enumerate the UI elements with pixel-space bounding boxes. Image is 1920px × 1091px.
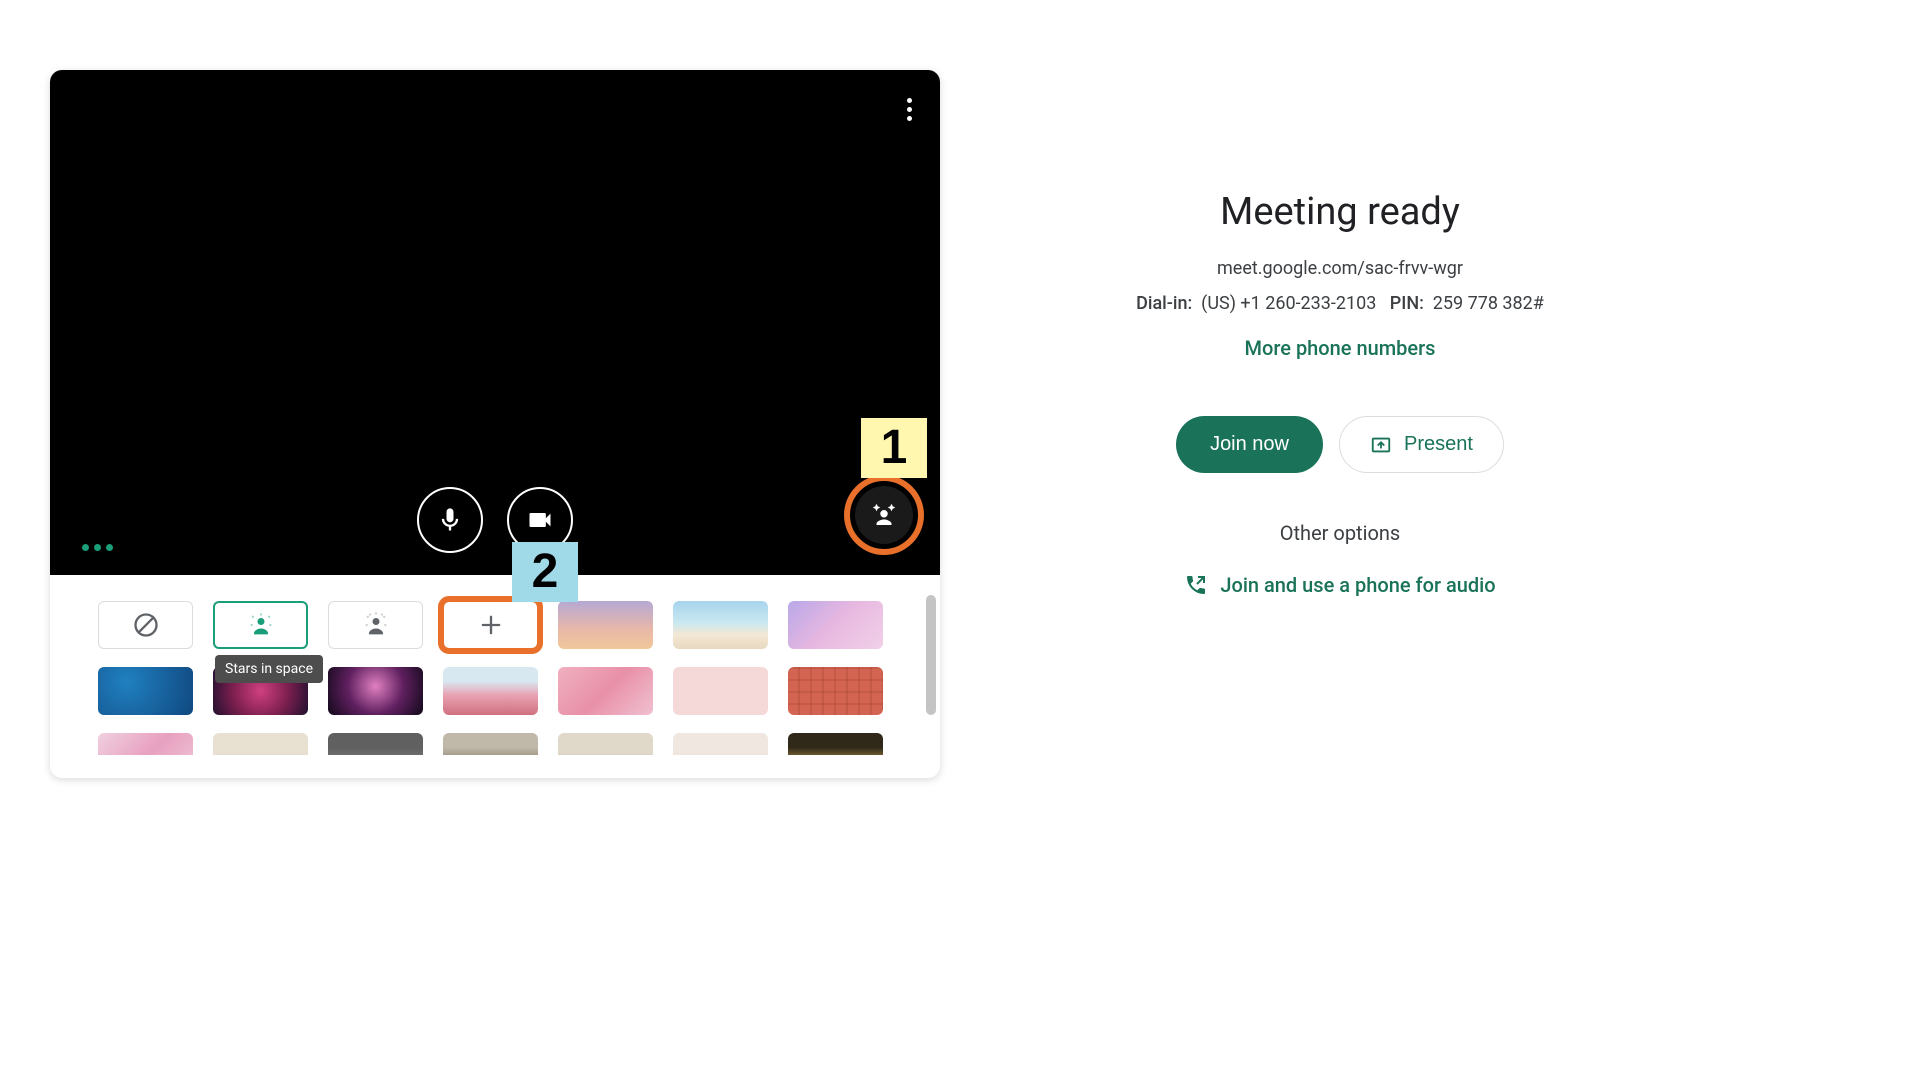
- bg-option-flowers[interactable]: [443, 667, 538, 715]
- bg-option-room2[interactable]: [328, 733, 423, 755]
- bg-option-room4[interactable]: [558, 733, 653, 755]
- visual-effects-button[interactable]: [855, 486, 913, 544]
- background-picker: Stars in space: [50, 575, 940, 778]
- camera-icon: [526, 506, 554, 534]
- phone-audio-link[interactable]: Join and use a phone for audio: [1080, 573, 1600, 597]
- bg-option-fireworks[interactable]: [328, 667, 423, 715]
- scrollbar[interactable]: [926, 595, 936, 715]
- dial-in-number: (US) +1 260-233-2103: [1201, 293, 1376, 314]
- bg-option-beach[interactable]: [673, 601, 768, 649]
- video-preview-panel: 1 2 Stars in space: [50, 70, 940, 778]
- microphone-button[interactable]: [417, 487, 483, 553]
- bg-option-none[interactable]: [98, 601, 193, 649]
- pin-value: 259 778 382#: [1433, 293, 1544, 314]
- bg-option-pinkstars[interactable]: [673, 667, 768, 715]
- tooltip: Stars in space: [215, 655, 323, 683]
- join-now-button[interactable]: Join now: [1176, 416, 1323, 473]
- bg-option-pattern[interactable]: [788, 667, 883, 715]
- bg-option-confetti[interactable]: [98, 733, 193, 755]
- present-button[interactable]: Present: [1339, 416, 1504, 473]
- annotation-callout-1: 1: [861, 418, 927, 478]
- bg-option-room5[interactable]: [673, 733, 768, 755]
- bg-option-room1[interactable]: [213, 733, 308, 755]
- other-options-heading: Other options: [1080, 521, 1600, 545]
- meeting-info-panel: Meeting ready meet.google.com/sac-frvv-w…: [1080, 190, 1600, 1091]
- bg-option-water[interactable]: [98, 667, 193, 715]
- phone-arrow-icon: [1184, 573, 1208, 597]
- bg-option-add-custom[interactable]: [443, 601, 538, 649]
- present-label: Present: [1404, 433, 1473, 456]
- sparkle-person-icon: [869, 500, 899, 530]
- dial-in-label: Dial-in:: [1136, 293, 1192, 314]
- bg-option-blur-slight[interactable]: Stars in space: [213, 601, 308, 649]
- effects-highlight-ring: [844, 475, 924, 555]
- bg-option-sunset[interactable]: [558, 601, 653, 649]
- meeting-url: meet.google.com/sac-frvv-wgr: [1080, 258, 1600, 279]
- annotation-callout-2: 2: [512, 542, 578, 602]
- bg-option-pinkblur[interactable]: [558, 667, 653, 715]
- audio-indicator-icon: [82, 544, 113, 551]
- video-preview: 1 2: [50, 70, 940, 575]
- microphone-icon: [436, 506, 464, 534]
- phone-audio-label: Join and use a phone for audio: [1220, 573, 1495, 597]
- bg-option-clouds[interactable]: [788, 601, 883, 649]
- more-options-icon[interactable]: [907, 98, 912, 121]
- present-icon: [1370, 434, 1392, 456]
- pin-label: PIN:: [1390, 293, 1424, 314]
- bg-option-blur-strong[interactable]: [328, 601, 423, 649]
- bg-option-room6[interactable]: [788, 733, 883, 755]
- meeting-title: Meeting ready: [1080, 190, 1600, 234]
- bg-option-room3[interactable]: [443, 733, 538, 755]
- more-phone-numbers-link[interactable]: More phone numbers: [1080, 336, 1600, 360]
- dial-in-line: Dial-in: (US) +1 260-233-2103 PIN: 259 7…: [1080, 293, 1600, 314]
